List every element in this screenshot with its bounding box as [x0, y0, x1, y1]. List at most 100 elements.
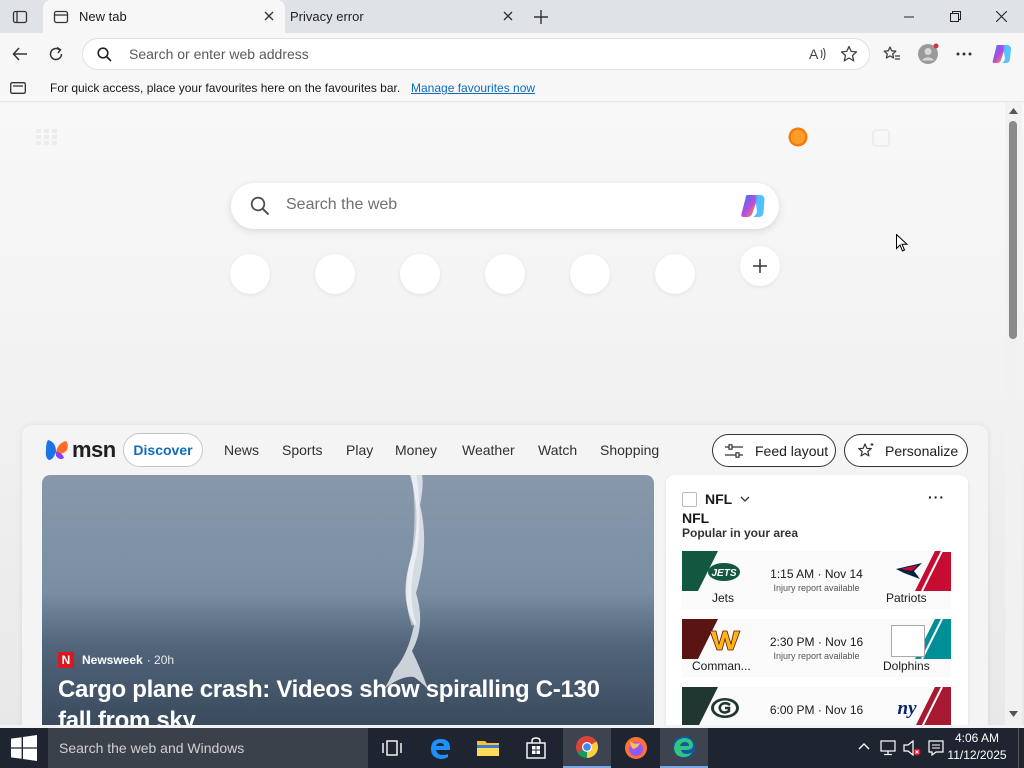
- profile-button[interactable]: [912, 38, 944, 70]
- address-bar[interactable]: Search or enter web address A: [82, 38, 870, 70]
- away-team-name: Patriots: [886, 591, 927, 605]
- scroll-up-arrow-icon[interactable]: [1009, 108, 1018, 114]
- avatar-icon: [918, 43, 939, 64]
- web-search-box[interactable]: Search the web: [231, 183, 779, 229]
- game-row[interactable]: JETS 1:15 AM · Nov 14 Injury report avai…: [682, 551, 951, 609]
- personalize-label: Personalize: [885, 442, 959, 459]
- svg-text:A: A: [809, 46, 819, 62]
- manage-favourites-link[interactable]: Manage favourites now: [411, 81, 535, 95]
- taskbar-store[interactable]: [512, 728, 560, 768]
- taskbar-edge-legacy[interactable]: [416, 728, 464, 768]
- quick-link-tile[interactable]: [655, 254, 695, 294]
- tab-privacy-error[interactable]: Privacy error: [282, 0, 524, 33]
- quick-link-tile[interactable]: [400, 254, 440, 294]
- tab-new-tab[interactable]: New tab: [43, 0, 285, 33]
- nav-shopping[interactable]: Shopping: [600, 442, 659, 458]
- settings-and-more-button[interactable]: [948, 38, 980, 70]
- volume-muted-icon[interactable]: [903, 740, 921, 756]
- network-icon[interactable]: [880, 740, 898, 756]
- restore-button[interactable]: [932, 0, 978, 33]
- game-time: 6:00 PM · Nov 16: [769, 703, 864, 717]
- card-subtitle: Popular in your area: [682, 526, 799, 540]
- favourites-bar-icon: [10, 82, 26, 94]
- game-row[interactable]: 2:30 PM · Nov 16 Injury report available…: [682, 619, 951, 677]
- personalize-button[interactable]: Personalize: [844, 434, 968, 467]
- story-age: · 20h: [146, 653, 175, 667]
- msn-butterfly-icon: [45, 440, 68, 460]
- quick-link-tile[interactable]: [485, 254, 525, 294]
- action-center-icon[interactable]: [928, 740, 944, 756]
- mouse-cursor-icon: [896, 234, 908, 252]
- windows-logo-icon: [11, 735, 37, 761]
- feed-layout-button[interactable]: Feed layout: [712, 434, 836, 467]
- app-launcher-icon[interactable]: [36, 129, 58, 145]
- read-aloud-icon[interactable]: A: [809, 46, 827, 62]
- minimize-button[interactable]: [886, 0, 932, 33]
- favourite-star-icon[interactable]: [840, 45, 858, 63]
- story-source: N Newsweek · 20h: [58, 652, 174, 668]
- league-dropdown-label: NFL: [705, 491, 733, 507]
- clock-time[interactable]: 4:06 AM: [946, 731, 1008, 745]
- rewards-icon[interactable]: [872, 129, 890, 147]
- copilot-icon[interactable]: [738, 192, 768, 220]
- weather-icon[interactable]: [788, 127, 808, 147]
- task-view-button[interactable]: [368, 728, 416, 768]
- new-tab-button[interactable]: [530, 6, 552, 28]
- edge-icon: [673, 736, 695, 758]
- close-window-button[interactable]: [978, 0, 1024, 33]
- scrollbar-thumb[interactable]: [1009, 121, 1017, 339]
- quick-link-tile[interactable]: [315, 254, 355, 294]
- nav-play[interactable]: Play: [346, 442, 373, 458]
- start-button[interactable]: [0, 728, 48, 768]
- tab-actions-icon[interactable]: [6, 4, 34, 30]
- source-name: Newsweek: [82, 653, 143, 667]
- tab-strip: New tab Privacy error: [0, 0, 1024, 33]
- plus-icon: [753, 259, 767, 273]
- taskbar-firefox[interactable]: [612, 728, 660, 768]
- taskbar-search-box[interactable]: Search the web and Windows: [48, 728, 368, 768]
- story-headline[interactable]: Cargo plane crash: Videos show spirallin…: [58, 674, 638, 725]
- folder-icon: [477, 741, 499, 756]
- nav-discover[interactable]: Discover: [123, 433, 203, 467]
- scroll-down-arrow-icon[interactable]: [1009, 711, 1018, 717]
- hero-story-card[interactable]: N Newsweek · 20h Cargo plane crash: Vide…: [42, 475, 654, 725]
- nfl-logo-icon: [682, 491, 697, 507]
- quick-link-tile[interactable]: [570, 254, 610, 294]
- league-selector[interactable]: NFL: [682, 491, 750, 507]
- msn-feed: msn Discover News Sports Play Money Weat…: [22, 425, 988, 725]
- address-placeholder: Search or enter web address: [129, 46, 309, 62]
- nav-news[interactable]: News: [224, 442, 259, 458]
- msn-logo-text: msn: [72, 437, 116, 462]
- nav-weather[interactable]: Weather: [462, 442, 515, 458]
- quick-link-tile[interactable]: [230, 254, 270, 294]
- refresh-button[interactable]: [40, 38, 72, 70]
- taskbar-chrome[interactable]: [563, 728, 611, 768]
- nav-watch[interactable]: Watch: [538, 442, 577, 458]
- nav-money[interactable]: Money: [395, 442, 437, 458]
- favourites-button[interactable]: [876, 38, 908, 70]
- away-team-name: Dolphins: [883, 659, 930, 673]
- add-shortcut-button[interactable]: [740, 246, 780, 286]
- show-desktop-button[interactable]: [1018, 728, 1024, 768]
- game-time: 1:15 AM · Nov 14: [770, 567, 863, 581]
- show-hidden-icons-chevron-icon[interactable]: [858, 742, 870, 750]
- newsweek-logo-icon: N: [58, 652, 74, 668]
- sparkle-star-icon: [857, 442, 875, 460]
- back-arrow-icon: [12, 47, 27, 61]
- close-tab-icon[interactable]: [500, 8, 516, 24]
- copilot-button[interactable]: [986, 38, 1018, 70]
- game-row[interactable]: ny 6:00 PM · Nov 16: [682, 687, 951, 725]
- taskbar-edge[interactable]: [660, 728, 708, 768]
- sliders-icon: [725, 443, 743, 458]
- taskbar-file-explorer[interactable]: [464, 728, 512, 768]
- card-title: NFL: [682, 510, 710, 526]
- close-tab-icon[interactable]: [261, 8, 277, 24]
- msn-logo[interactable]: msn: [44, 437, 116, 463]
- back-button[interactable]: [4, 38, 36, 70]
- nfl-scores-card: NFL ··· NFL Popular in your area JETS 1:…: [666, 475, 968, 725]
- task-view-icon: [382, 740, 402, 756]
- page-scrollbar[interactable]: [1005, 103, 1022, 725]
- nav-sports[interactable]: Sports: [282, 442, 322, 458]
- clock-date[interactable]: 11/12/2025: [946, 748, 1008, 762]
- card-more-button[interactable]: ···: [928, 489, 945, 505]
